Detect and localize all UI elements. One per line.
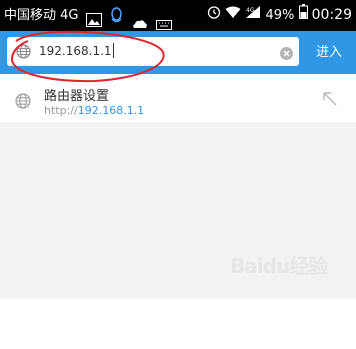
carrier-name: 中国移动 bbox=[4, 8, 57, 23]
battery-percent: 49% bbox=[265, 8, 295, 23]
browser-toolbar: 192.168.1.1 进入 bbox=[0, 31, 356, 74]
system-indicators: 4G 49% 00:29 bbox=[207, 0, 352, 31]
globe-icon bbox=[16, 44, 31, 63]
go-button[interactable]: 进入 bbox=[316, 31, 342, 74]
network-type: 4G bbox=[60, 8, 79, 23]
suggestion-title: 路由器设置 bbox=[44, 89, 110, 104]
url-scheme: http:// bbox=[44, 104, 78, 117]
text-caret bbox=[112, 43, 114, 58]
watermark: Baidu经验 bbox=[230, 254, 328, 278]
globe-icon bbox=[15, 93, 31, 113]
url-host: 192.168.1.1 bbox=[77, 104, 145, 117]
status-bar: 中国移动 4G 4G 49% 00:29 bbox=[0, 0, 356, 31]
url-input[interactable]: 192.168.1.1 bbox=[39, 37, 114, 66]
carrier-info: 中国移动 4G bbox=[4, 0, 79, 31]
wifi-icon bbox=[225, 6, 245, 23]
signal-icon: 4G bbox=[245, 6, 265, 23]
clock: 00:29 bbox=[311, 7, 352, 23]
url-value: 192.168.1.1 bbox=[39, 44, 112, 58]
page-bottom bbox=[0, 299, 356, 349]
clear-icon[interactable] bbox=[280, 45, 293, 64]
suggestion-url: http://192.168.1.1 bbox=[44, 104, 144, 117]
fill-arrow-icon[interactable] bbox=[322, 91, 338, 111]
suggestion-item[interactable]: 路由器设置 http://192.168.1.1 bbox=[0, 80, 356, 120]
battery-icon bbox=[298, 4, 312, 23]
address-bar[interactable]: 192.168.1.1 bbox=[7, 37, 299, 66]
svg-text:4G: 4G bbox=[246, 7, 255, 14]
alarm-icon bbox=[207, 6, 225, 23]
